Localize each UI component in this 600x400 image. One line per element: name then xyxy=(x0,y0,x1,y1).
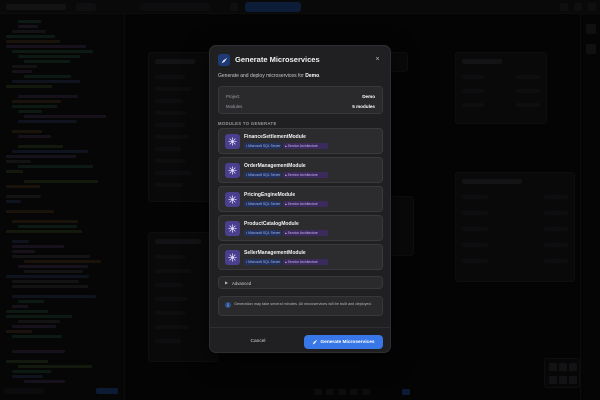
description-project: Demo xyxy=(305,73,320,79)
database-tag: ▪ Microsoft SQL Server xyxy=(244,230,281,236)
chevron-right-icon: ▶ xyxy=(225,280,229,285)
project-value: Demo xyxy=(362,93,375,99)
component-icon xyxy=(225,221,240,236)
database-tag-label: Microsoft SQL Server xyxy=(248,231,281,235)
module-card[interactable]: OrderManagementModule ▪ Microsoft SQL Ser… xyxy=(218,157,383,183)
architecture-tag: ▴ Service Architecture xyxy=(283,172,328,178)
architecture-tag: ▴ Service Architecture xyxy=(283,143,328,149)
close-icon[interactable]: × xyxy=(373,55,382,64)
generate-microservices-dialog: Generate Microservices × Generate and de… xyxy=(209,45,391,353)
module-name: OrderManagementModule xyxy=(244,163,306,169)
database-tag-label: Microsoft SQL Server xyxy=(248,202,281,206)
project-summary: Project Demo Modules 5 modules xyxy=(218,86,383,114)
database-tag-label: Microsoft SQL Server xyxy=(248,173,281,177)
generate-microservices-button[interactable]: Generate Microservices xyxy=(304,335,383,349)
architecture-tag: ▴ Service Architecture xyxy=(283,259,328,265)
notice-text: Generation may take several minutes. All… xyxy=(234,302,372,306)
description-suffix: . xyxy=(319,73,321,79)
generate-button-label: Generate Microservices xyxy=(320,339,375,345)
architecture-tag-label: Service Architecture xyxy=(287,202,318,206)
component-icon xyxy=(225,192,240,207)
database-tag: ▪ Microsoft SQL Server xyxy=(244,143,281,149)
module-name: SellerManagementModule xyxy=(244,250,306,256)
architecture-tag: ▴ Service Architecture xyxy=(283,230,328,236)
component-icon xyxy=(225,163,240,178)
info-icon xyxy=(225,302,231,308)
section-label: MODULES TO GENERATE xyxy=(218,121,277,126)
module-name: FinanceSettlementModule xyxy=(244,134,306,140)
modules-row: Modules 5 modules xyxy=(226,102,375,110)
description-text: Generate and deploy microservices for xyxy=(218,73,304,79)
dialog-title: Generate Microservices xyxy=(235,55,320,64)
architecture-tag-label: Service Architecture xyxy=(287,260,318,264)
dialog-description: Generate and deploy microservices for De… xyxy=(218,73,321,79)
dialog-header: Generate Microservices × xyxy=(210,46,390,74)
database-tag: ▪ Microsoft SQL Server xyxy=(244,172,281,178)
advanced-toggle[interactable]: ▶ Advanced xyxy=(218,276,383,289)
architecture-tag-label: Service Architecture xyxy=(287,173,318,177)
architecture-tag-label: Service Architecture xyxy=(287,231,318,235)
footer-divider xyxy=(210,327,390,328)
module-card[interactable]: FinanceSettlementModule ▪ Microsoft SQL S… xyxy=(218,128,383,154)
database-tag: ▪ Microsoft SQL Server xyxy=(244,259,281,265)
architecture-tag-label: Service Architecture xyxy=(287,144,318,148)
component-icon xyxy=(225,250,240,265)
component-icon xyxy=(225,134,240,149)
cancel-button[interactable]: Cancel xyxy=(218,335,298,348)
rocket-icon xyxy=(313,339,318,345)
project-label: Project xyxy=(226,93,240,99)
module-card[interactable]: ProductCatalogModule ▪ Microsoft SQL Serv… xyxy=(218,215,383,241)
generation-notice: Generation may take several minutes. All… xyxy=(218,296,383,316)
advanced-label: Advanced xyxy=(232,281,252,286)
modules-label: Modules xyxy=(226,103,243,109)
module-card[interactable]: SellerManagementModule ▪ Microsoft SQL Se… xyxy=(218,244,383,270)
project-row: Project Demo xyxy=(226,92,375,100)
architecture-tag: ▴ Service Architecture xyxy=(283,201,328,207)
module-name: PricingEngineModule xyxy=(244,192,296,198)
database-tag-label: Microsoft SQL Server xyxy=(248,260,281,264)
database-tag-label: Microsoft SQL Server xyxy=(248,144,281,148)
database-tag: ▪ Microsoft SQL Server xyxy=(244,201,281,207)
module-name: ProductCatalogModule xyxy=(244,221,299,227)
module-card[interactable]: PricingEngineModule ▪ Microsoft SQL Serve… xyxy=(218,186,383,212)
modules-count: 5 modules xyxy=(352,103,375,109)
rocket-icon xyxy=(218,54,230,66)
